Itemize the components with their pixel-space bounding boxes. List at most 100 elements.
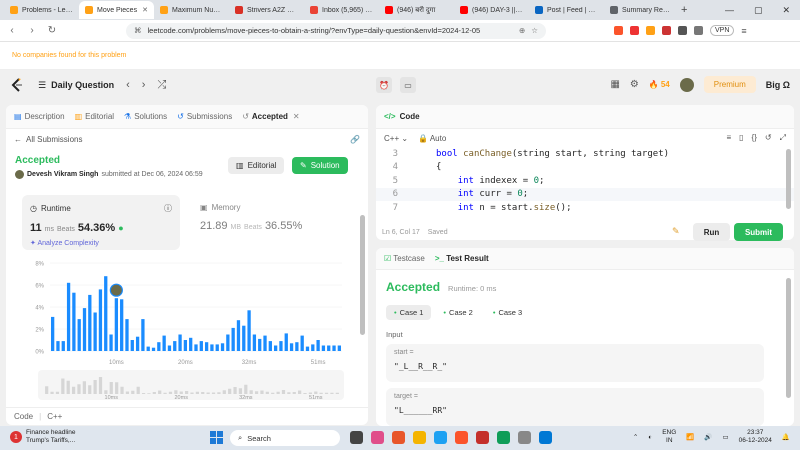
- wifi-icon[interactable]: 📶: [686, 433, 694, 441]
- premium-button[interactable]: Premium: [703, 76, 756, 93]
- runtime-bar[interactable]: [226, 334, 230, 352]
- browser-tab[interactable]: Maximum Numbe: [154, 1, 229, 19]
- runtime-bar[interactable]: [242, 325, 246, 351]
- file-explorer-icon[interactable]: [413, 431, 426, 444]
- runtime-bar[interactable]: [231, 327, 235, 351]
- app-icon[interactable]: [434, 431, 447, 444]
- browser-tab[interactable]: Inbox (5,965) - de: [304, 1, 379, 19]
- runtime-bar[interactable]: [189, 337, 193, 351]
- runtime-bar[interactable]: [204, 342, 209, 351]
- case-1-tab[interactable]: • Case 1: [386, 305, 432, 320]
- runtime-bar[interactable]: [157, 342, 161, 351]
- notes-icon[interactable]: ▭: [400, 77, 416, 93]
- case-3-tab[interactable]: • Case 3: [485, 305, 530, 320]
- editorial-button[interactable]: ▥ Editorial: [228, 157, 285, 174]
- runtime-bar[interactable]: [236, 320, 241, 351]
- memory-card[interactable]: ▣ Memory 21.89 MB Beats 36.55%: [192, 195, 342, 250]
- runtime-bar[interactable]: [61, 341, 65, 351]
- runtime-bar[interactable]: [289, 343, 294, 351]
- news-widget[interactable]: 1 Finance headline Trump's Tariffs,...: [10, 429, 76, 445]
- notes-icon[interactable]: ✎: [672, 226, 680, 237]
- minimize-button[interactable]: —: [725, 5, 734, 15]
- runtime-bar[interactable]: [51, 316, 55, 351]
- runtime-bar[interactable]: [114, 298, 119, 351]
- reset-icon[interactable]: ↺: [765, 133, 772, 143]
- new-tab-button[interactable]: +: [681, 4, 695, 16]
- your-submission-avatar[interactable]: [109, 283, 123, 297]
- runtime-bar[interactable]: [210, 344, 214, 351]
- runtime-bar[interactable]: [215, 344, 219, 351]
- scrollbar[interactable]: [360, 215, 365, 335]
- runtime-bar[interactable]: [279, 341, 283, 351]
- runtime-bar[interactable]: [151, 347, 156, 351]
- firefox-icon[interactable]: [392, 431, 405, 444]
- runtime-bar[interactable]: [183, 340, 188, 351]
- menu-icon[interactable]: ≡: [741, 26, 746, 36]
- runtime-bar[interactable]: [125, 319, 129, 351]
- submit-button[interactable]: Submit: [734, 223, 783, 241]
- task-view-icon[interactable]: [350, 431, 363, 444]
- site-info-icon[interactable]: ⌘: [134, 26, 142, 35]
- tab-description[interactable]: ▤ Description: [14, 112, 65, 121]
- zoom-icon[interactable]: ⊕: [519, 26, 525, 35]
- runtime-bar[interactable]: [300, 335, 304, 351]
- code-line[interactable]: 7 int n = start.size();: [376, 201, 794, 215]
- runtime-bar[interactable]: [162, 335, 166, 351]
- runtime-bar[interactable]: [120, 299, 124, 351]
- browser-tab[interactable]: (946) बरी दुगा: [379, 1, 454, 19]
- user-avatar[interactable]: [679, 77, 694, 92]
- tray-app-icon[interactable]: ◐: [648, 434, 652, 441]
- extension-icon[interactable]: [630, 26, 639, 35]
- runtime-bar[interactable]: [220, 343, 225, 351]
- runtime-bar[interactable]: [247, 310, 251, 351]
- browser-tab[interactable]: Strivers A2Z DSA: [229, 1, 304, 19]
- runtime-bar[interactable]: [130, 340, 134, 351]
- language-indicator[interactable]: ENG IN: [662, 429, 676, 445]
- big-o-label[interactable]: Big Ω: [766, 80, 790, 90]
- bookmark-icon[interactable]: ▯: [739, 133, 743, 143]
- clock[interactable]: 23:37 06-12-2024: [739, 429, 772, 445]
- runtime-bar[interactable]: [305, 346, 310, 351]
- browser-tab[interactable]: Summary Report: [604, 1, 679, 19]
- tab-testcase[interactable]: ☑ Testcase: [384, 254, 425, 263]
- runtime-bar[interactable]: [104, 276, 108, 351]
- runtime-bar[interactable]: [332, 345, 336, 352]
- tab-accepted[interactable]: ↺ Accepted ✕: [242, 112, 299, 121]
- battery-icon[interactable]: ▭: [723, 433, 729, 441]
- store-icon[interactable]: [539, 431, 552, 444]
- runtime-bar[interactable]: [146, 346, 150, 351]
- close-tab-icon[interactable]: ✕: [293, 112, 300, 121]
- extension-icon[interactable]: [678, 26, 687, 35]
- streak-counter[interactable]: 🔥 54: [649, 80, 670, 89]
- extension-icon[interactable]: [662, 26, 671, 35]
- taskbar-search[interactable]: ⌕ Search: [230, 430, 340, 446]
- browser-tab[interactable]: Post | Feed | Linke: [529, 1, 604, 19]
- browser-tab[interactable]: Move Pieces ✕: [79, 1, 154, 19]
- volume-icon[interactable]: 🔊: [704, 433, 712, 441]
- back-icon[interactable]: ‹: [6, 25, 18, 36]
- case-2-tab[interactable]: • Case 2: [435, 305, 480, 320]
- runtime-bar[interactable]: [93, 312, 97, 352]
- runtime-bar[interactable]: [337, 345, 341, 352]
- edge-icon[interactable]: [497, 431, 510, 444]
- tab-submissions[interactable]: ↺ Submissions: [177, 112, 232, 121]
- info-icon[interactable]: ⓘ: [164, 203, 172, 214]
- run-button[interactable]: Run: [693, 223, 730, 241]
- runtime-bar[interactable]: [178, 334, 182, 352]
- mcafee-icon[interactable]: [476, 431, 489, 444]
- next-problem-icon[interactable]: ›: [142, 79, 146, 91]
- runtime-bar[interactable]: [321, 345, 326, 352]
- runtime-bar[interactable]: [252, 334, 257, 352]
- runtime-bar[interactable]: [199, 341, 203, 351]
- brave-shield-icon[interactable]: [614, 26, 623, 35]
- runtime-bar[interactable]: [109, 334, 113, 352]
- runtime-bar[interactable]: [295, 342, 299, 351]
- autosave-toggle[interactable]: 🔒 Auto: [418, 134, 446, 143]
- notification-icon[interactable]: 🔔: [782, 433, 790, 441]
- runtime-bar[interactable]: [56, 341, 60, 351]
- shuffle-icon[interactable]: ⤮: [157, 79, 166, 92]
- runtime-bar[interactable]: [311, 344, 315, 351]
- reload-icon[interactable]: ↻: [46, 25, 58, 36]
- close-tab-icon[interactable]: ✕: [142, 6, 148, 14]
- runtime-range-selector[interactable]: 10ms 20ms 32ms 51ms: [38, 370, 344, 400]
